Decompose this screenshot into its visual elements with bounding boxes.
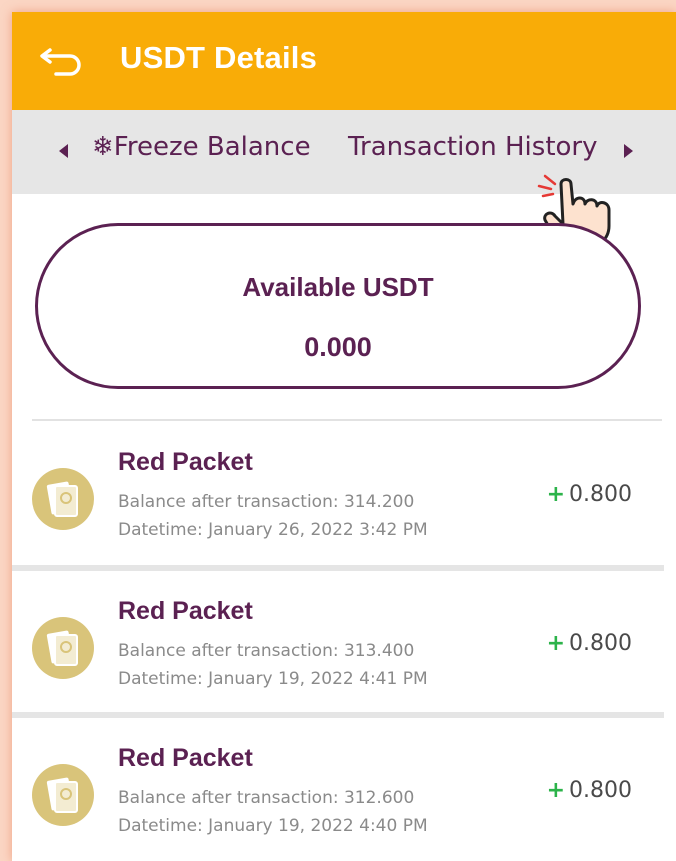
tab-bar: ❄Freeze Balance Transaction History — [12, 110, 676, 194]
transaction-amount: +0.800 — [547, 482, 632, 507]
caret-left-icon[interactable] — [52, 136, 76, 166]
app-screen: USDT Details ❄Freeze Balance Transaction… — [12, 12, 676, 861]
transaction-datetime: Datetime: January 19, 2022 4:41 PM — [118, 669, 428, 689]
snowflake-icon: ❄ — [92, 132, 114, 162]
amount-value: 0.800 — [569, 482, 632, 507]
divider — [12, 712, 664, 718]
balance-label: Available USDT — [242, 272, 434, 302]
tab-history-label: Transaction History — [348, 132, 598, 162]
transaction-row[interactable]: Red Packet Balance after transaction: 31… — [12, 575, 676, 715]
transaction-title: Red Packet — [118, 597, 253, 625]
plus-sign: + — [546, 631, 566, 656]
transaction-title: Red Packet — [118, 744, 253, 772]
back-arrow-icon[interactable] — [36, 42, 88, 82]
divider — [32, 419, 662, 421]
tab-freeze-label: Freeze Balance — [113, 132, 311, 162]
transaction-amount: +0.800 — [547, 631, 632, 656]
app-header: USDT Details — [12, 12, 676, 110]
amount-value: 0.800 — [569, 631, 632, 656]
divider — [12, 565, 664, 571]
transaction-amount: +0.800 — [547, 778, 632, 803]
tab-transaction-history[interactable]: Transaction History — [348, 132, 598, 162]
transaction-row[interactable]: Red Packet Balance after transaction: 31… — [12, 426, 676, 566]
page-title: USDT Details — [120, 40, 318, 75]
balance-value: 0.000 — [304, 332, 372, 362]
available-balance-card: Available USDT 0.000 — [35, 223, 641, 389]
transaction-row[interactable]: Red Packet Balance after transaction: 31… — [12, 722, 676, 861]
red-packet-icon — [32, 468, 94, 530]
red-packet-icon — [32, 617, 94, 679]
transaction-balance: Balance after transaction: 312.600 — [118, 788, 415, 808]
transaction-balance: Balance after transaction: 314.200 — [118, 492, 415, 512]
transaction-datetime: Datetime: January 19, 2022 4:40 PM — [118, 816, 428, 836]
caret-right-icon[interactable] — [616, 136, 640, 166]
red-packet-icon — [32, 764, 94, 826]
plus-sign: + — [546, 482, 566, 507]
tab-freeze-balance[interactable]: ❄Freeze Balance — [92, 132, 311, 162]
transaction-datetime: Datetime: January 26, 2022 3:42 PM — [118, 520, 428, 540]
transaction-title: Red Packet — [118, 448, 253, 476]
plus-sign: + — [546, 778, 566, 803]
amount-value: 0.800 — [569, 778, 632, 803]
transaction-balance: Balance after transaction: 313.400 — [118, 641, 415, 661]
